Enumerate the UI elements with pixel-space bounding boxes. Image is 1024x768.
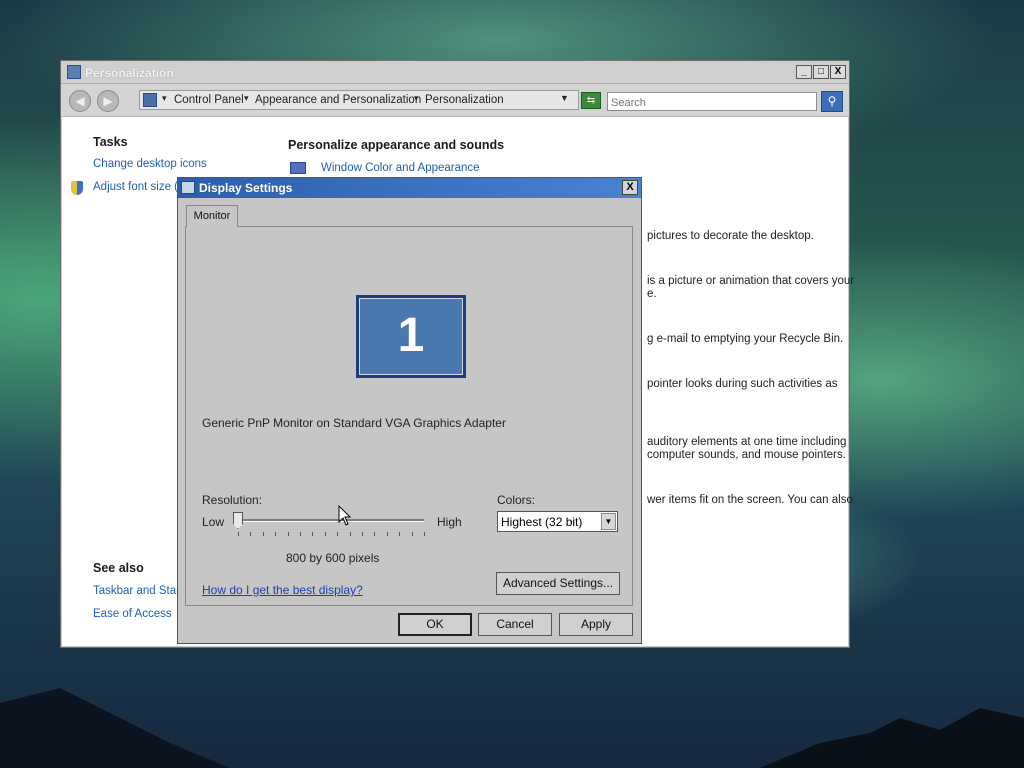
slider-tick (337, 532, 339, 536)
slider-tick (287, 532, 289, 536)
slider-tick (312, 532, 314, 536)
apply-button[interactable]: Apply (559, 613, 633, 636)
display-settings-dialog: Display Settings X Monitor 1 Generic PnP… (177, 177, 642, 644)
colors-label: Colors: (497, 493, 536, 507)
breadcrumb-separator-icon[interactable]: ▾ (414, 93, 419, 104)
best-display-help-link[interactable]: How do I get the best display? (202, 583, 363, 597)
back-button[interactable]: ◀ (69, 90, 91, 112)
tasks-heading: Tasks (93, 135, 128, 149)
ease-of-access-link[interactable]: Ease of Access (93, 608, 172, 620)
breadcrumb-separator-icon[interactable]: ▾ (244, 93, 249, 104)
slider-tick (362, 532, 363, 536)
see-also-heading: See also (93, 561, 144, 575)
slider-tick (250, 532, 252, 536)
window-title-bar[interactable]: Personalization _ □ X (61, 61, 849, 84)
advanced-settings-button[interactable]: Advanced Settings... (496, 572, 620, 595)
resolution-slider-track[interactable] (238, 519, 424, 522)
maximize-button[interactable]: □ (813, 65, 829, 79)
resolution-value: 800 by 600 pixels (286, 551, 380, 565)
resolution-high-label: High (437, 515, 462, 529)
theme-description: auditory elements at one time including (647, 436, 847, 448)
breadcrumb-appearance[interactable]: Appearance and Personalization (255, 94, 421, 106)
navigation-bar: ◀ ▶ ▾ Control Panel ▾ Appearance and Per… (61, 84, 849, 117)
ok-button[interactable]: OK (398, 613, 472, 636)
resolution-slider-thumb[interactable] (233, 512, 243, 529)
slider-tick (324, 532, 326, 536)
monitor-icon[interactable]: 1 (356, 295, 466, 378)
window-title: Personalization (85, 66, 174, 80)
minimize-button[interactable]: _ (796, 65, 812, 79)
taskbar-start-link[interactable]: Taskbar and Start (93, 585, 183, 597)
slider-tick (386, 532, 388, 536)
monitor-label: Generic PnP Monitor on Standard VGA Grap… (202, 416, 506, 430)
dialog-close-button[interactable]: X (622, 180, 638, 195)
window-color-link[interactable]: Window Color and Appearance (321, 162, 480, 174)
mouse-pointers-description: pointer looks during such activities as (647, 378, 838, 390)
slider-tick (238, 532, 239, 536)
chevron-down-icon[interactable]: ▼ (601, 513, 616, 530)
search-input[interactable] (607, 92, 817, 111)
screen-saver-description-2: e. (647, 288, 657, 300)
search-icon[interactable]: ⚲ (821, 91, 843, 112)
main-heading: Personalize appearance and sounds (288, 138, 505, 152)
slider-tick (411, 532, 413, 536)
mouse-cursor-icon (338, 505, 352, 526)
change-desktop-icons-link[interactable]: Change desktop icons (93, 158, 207, 170)
slider-tick (424, 532, 425, 536)
forward-button[interactable]: ▶ (97, 90, 119, 112)
colors-select[interactable]: Highest (32 bit) ▼ (497, 511, 618, 532)
dialog-title: Display Settings (199, 181, 293, 195)
cancel-button[interactable]: Cancel (478, 613, 552, 636)
address-dropdown-icon[interactable]: ▼ (560, 93, 569, 103)
resolution-slider-ticks (238, 532, 425, 537)
desktop-background-description: pictures to decorate the desktop. (647, 230, 814, 242)
dialog-title-bar[interactable]: Display Settings X (178, 178, 641, 198)
address-bar[interactable]: ▾ Control Panel ▾ Appearance and Persona… (139, 90, 579, 110)
display-icon (181, 181, 195, 194)
desktop-mountains (0, 688, 1024, 768)
slider-tick (275, 532, 277, 536)
refresh-button[interactable]: ⇆ (581, 92, 601, 109)
slider-tick (262, 532, 264, 536)
control-panel-icon (143, 93, 157, 107)
breadcrumb-separator-icon[interactable]: ▾ (162, 93, 167, 104)
slider-tick (399, 532, 401, 536)
close-button[interactable]: X (830, 65, 846, 79)
breadcrumb-personalization[interactable]: Personalization (425, 94, 504, 106)
breadcrumb-control-panel[interactable]: Control Panel (174, 94, 244, 106)
slider-tick (374, 532, 376, 536)
display-settings-description: wer items fit on the screen. You can als… (647, 494, 853, 506)
tab-monitor[interactable]: Monitor (186, 205, 238, 227)
personalization-icon (67, 65, 81, 79)
theme-description-2: computer sounds, and mouse pointers. (647, 449, 846, 461)
slider-tick (300, 532, 301, 536)
resolution-low-label: Low (202, 515, 225, 529)
resolution-label: Resolution: (202, 493, 263, 507)
colors-select-value: Highest (32 bit) (501, 515, 583, 529)
slider-tick (349, 532, 351, 536)
shield-icon (71, 181, 83, 195)
monitor-number: 1 (359, 298, 463, 375)
sounds-description: g e-mail to emptying your Recycle Bin. (647, 333, 844, 345)
window-color-icon (290, 162, 306, 174)
screen-saver-description: is a picture or animation that covers yo… (647, 275, 855, 287)
adjust-font-size-link[interactable]: Adjust font size (D (93, 181, 186, 193)
monitor-tab-panel: 1 Generic PnP Monitor on Standard VGA Gr… (185, 226, 633, 606)
